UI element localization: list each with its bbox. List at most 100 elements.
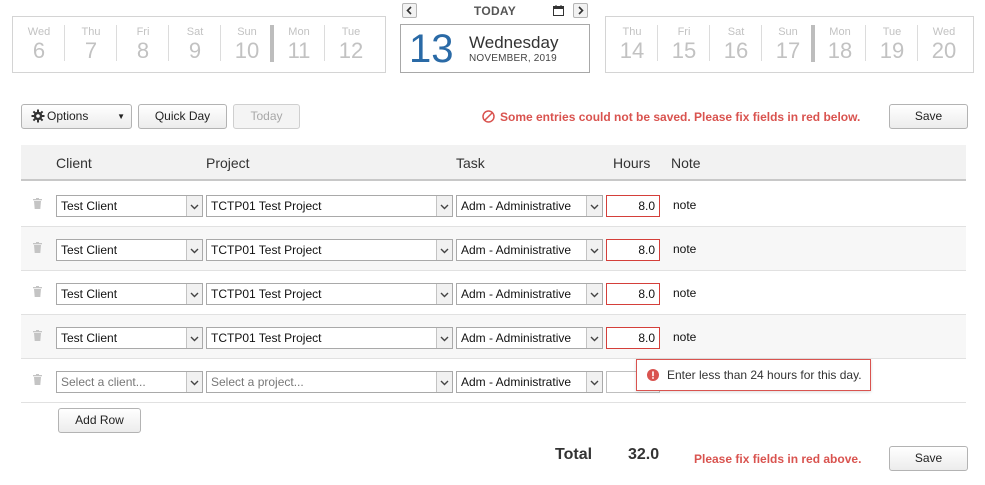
save-button[interactable]: Save <box>889 104 968 129</box>
day-cell-prev-6[interactable]: Tue 12 <box>325 17 377 72</box>
note-field[interactable]: note <box>673 330 696 344</box>
day-cell-next-4[interactable]: Mon 18 <box>814 17 866 72</box>
previous-week-strip: Wed 6 Thu 7 Fri 8 Sat 9 Sun 10 Mon 11 Tue 12 <box>12 16 386 73</box>
task-select[interactable]: Adm - Administrative <box>456 195 603 217</box>
day-cell-next-1[interactable]: Fri 15 <box>658 17 710 72</box>
day-cell-prev-3[interactable]: Sat 9 <box>169 17 221 72</box>
day-number: 18 <box>827 38 853 63</box>
trash-icon[interactable] <box>33 198 42 209</box>
day-name: Mon <box>288 26 310 38</box>
project-select[interactable]: Select a project... <box>206 371 453 393</box>
day-cell-prev-0[interactable]: Wed 6 <box>13 17 65 72</box>
prohibited-icon <box>482 110 495 123</box>
table-row: Test Client TCTP01 Test Project Adm - Ad… <box>21 183 966 227</box>
current-weekday: Wednesday <box>469 33 559 52</box>
day-number: 17 <box>775 38 801 63</box>
task-select-value: Adm - Administrative <box>461 331 572 345</box>
day-cell-next-0[interactable]: Thu 14 <box>606 17 658 72</box>
day-name: Sat <box>727 26 745 38</box>
validation-tooltip-text: Enter less than 24 hours for this day. <box>667 368 862 382</box>
hours-input[interactable]: 8.0 <box>606 283 660 305</box>
day-cell-prev-1[interactable]: Thu 7 <box>65 17 117 72</box>
column-header-note: Note <box>671 155 701 171</box>
day-number: 8 <box>136 38 150 63</box>
today-button[interactable]: Today <box>233 104 300 129</box>
client-select[interactable]: Test Client <box>56 283 203 305</box>
task-select[interactable]: Adm - Administrative <box>456 239 603 261</box>
hours-input[interactable]: 8.0 <box>606 195 660 217</box>
project-select[interactable]: TCTP01 Test Project <box>206 195 453 217</box>
chevron-down-icon <box>186 196 202 216</box>
day-name: Tue <box>341 26 361 38</box>
total-label: Total <box>555 446 593 463</box>
chevron-down-icon <box>186 328 202 348</box>
quick-day-button[interactable]: Quick Day <box>138 104 227 129</box>
day-name: Sun <box>237 26 257 38</box>
chevron-down-icon <box>436 372 452 392</box>
validation-tooltip: Enter less than 24 hours for this day. <box>636 359 871 391</box>
chevron-right-icon[interactable] <box>573 3 588 18</box>
day-number: 20 <box>931 38 957 63</box>
task-select-value: Adm - Administrative <box>461 199 572 213</box>
trash-icon[interactable] <box>33 242 42 253</box>
column-header-hours: Hours <box>613 155 651 171</box>
task-select[interactable]: Adm - Administrative <box>456 283 603 305</box>
chevron-down-icon <box>186 284 202 304</box>
day-number: 16 <box>723 38 749 63</box>
note-field[interactable]: note <box>673 242 696 256</box>
column-header-project: Project <box>206 155 250 171</box>
options-button[interactable]: Options ▼ <box>21 104 132 129</box>
day-number: 12 <box>338 38 364 63</box>
add-row-button[interactable]: Add Row <box>58 408 141 433</box>
client-select-value: Test Client <box>61 243 118 257</box>
save-button-bottom[interactable]: Save <box>889 446 968 471</box>
day-cell-next-3[interactable]: Sun 17 <box>762 17 815 72</box>
project-select-value: TCTP01 Test Project <box>211 331 322 345</box>
day-cell-next-5[interactable]: Tue 19 <box>866 17 918 72</box>
day-name: Sun <box>778 26 798 38</box>
client-select[interactable]: Test Client <box>56 327 203 349</box>
chevron-down-icon <box>436 196 452 216</box>
client-select[interactable]: Test Client <box>56 239 203 261</box>
chevron-down-icon <box>186 240 202 260</box>
day-number: 19 <box>879 38 905 63</box>
task-select[interactable]: Adm - Administrative <box>456 371 603 393</box>
chevron-down-icon <box>436 328 452 348</box>
task-select-value: Adm - Administrative <box>461 375 572 389</box>
chevron-down-icon <box>586 328 602 348</box>
note-field[interactable]: note <box>673 198 696 212</box>
chevron-down-icon <box>436 284 452 304</box>
day-cell-prev-2[interactable]: Fri 8 <box>117 17 169 72</box>
chevron-down-icon <box>586 240 602 260</box>
options-label: Options <box>47 109 89 123</box>
day-number: 9 <box>188 38 202 63</box>
day-cell-next-2[interactable]: Sat 16 <box>710 17 762 72</box>
trash-icon[interactable] <box>33 330 42 341</box>
project-select-value: TCTP01 Test Project <box>211 287 322 301</box>
client-select[interactable]: Select a client... <box>56 371 203 393</box>
day-number: 11 <box>287 38 311 63</box>
day-name: Wed <box>932 26 956 38</box>
day-cell-prev-5[interactable]: Mon 11 <box>273 17 325 72</box>
hours-input[interactable]: 8.0 <box>606 239 660 261</box>
chevron-down-icon <box>586 372 602 392</box>
day-name: Sat <box>186 26 204 38</box>
client-select-value: Test Client <box>61 331 118 345</box>
table-row: Test Client TCTP01 Test Project Adm - Ad… <box>21 315 966 359</box>
day-number: 6 <box>32 38 46 63</box>
day-cell-prev-4[interactable]: Sun 10 <box>221 17 274 72</box>
note-field[interactable]: note <box>673 286 696 300</box>
task-select[interactable]: Adm - Administrative <box>456 327 603 349</box>
day-cell-next-6[interactable]: Wed 20 <box>918 17 970 72</box>
day-name: Fri <box>677 26 691 38</box>
task-select-value: Adm - Administrative <box>461 243 572 257</box>
project-select[interactable]: TCTP01 Test Project <box>206 327 453 349</box>
alert-icon <box>647 369 659 381</box>
trash-icon[interactable] <box>33 374 42 385</box>
trash-icon[interactable] <box>33 286 42 297</box>
calendar-icon[interactable] <box>553 5 564 16</box>
project-select[interactable]: TCTP01 Test Project <box>206 239 453 261</box>
hours-input[interactable]: 8.0 <box>606 327 660 349</box>
client-select[interactable]: Test Client <box>56 195 203 217</box>
project-select[interactable]: TCTP01 Test Project <box>206 283 453 305</box>
